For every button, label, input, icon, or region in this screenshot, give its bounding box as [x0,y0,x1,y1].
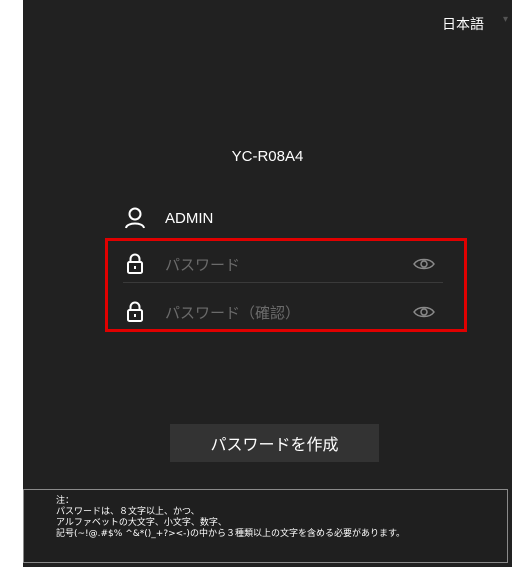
username-value: ADMIN [165,209,214,227]
username-field: ADMIN [123,200,443,236]
note-line: アルファベットの大文字、小文字、数字、 [56,518,227,528]
password-requirements-note: 注： パスワードは、８文字以上、かつ、 アルファベットの大文字、小文字、数字、 … [23,489,508,563]
note-line: 記号(~!@.#$% ^&*()_+?><-)の中から３種類以上の文字を含める必… [56,529,406,539]
note-title: 注： [56,496,75,506]
note-line: パスワードは、８文字以上、かつ、 [56,507,200,517]
user-icon [123,206,147,230]
login-panel: 日本語 ▾ YC-R08A4 ADMIN パスワード パスワード（確認） パスワ… [23,0,512,567]
highlight-box [105,238,467,332]
language-selector[interactable]: 日本語 [442,14,484,34]
device-name: YC-R08A4 [231,148,304,165]
chevron-down-icon[interactable]: ▾ [503,14,508,25]
create-password-button[interactable]: パスワードを作成 [170,424,379,462]
